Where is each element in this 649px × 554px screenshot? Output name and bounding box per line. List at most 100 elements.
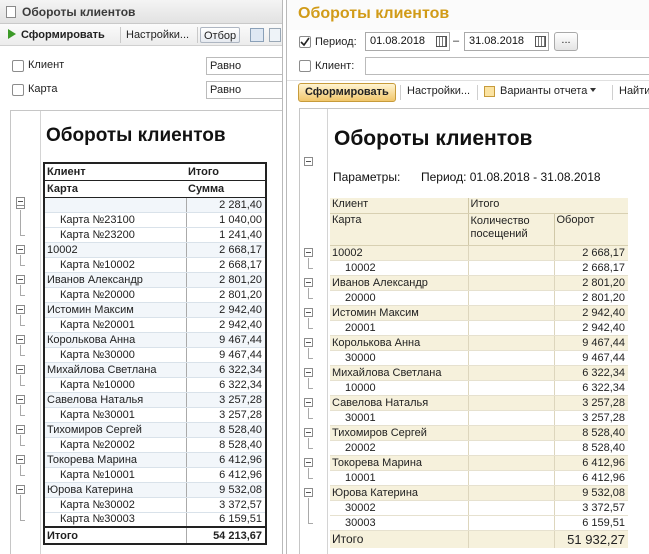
period-to-input[interactable]: 31.08.2018 — [464, 32, 549, 51]
card-detail-row[interactable]: 30000 9 467,44 — [330, 350, 629, 366]
client-group-row[interactable]: Юрова Катерина 9 532,08 — [330, 485, 629, 501]
calendar-icon[interactable] — [535, 36, 546, 47]
client-group-row[interactable]: Токорева Марина 6 412,96 — [43, 452, 267, 468]
client-group-row[interactable]: Иванов Александр 2 801,20 — [330, 275, 629, 291]
collapse-group-toggle[interactable] — [304, 457, 313, 467]
client-group-row[interactable]: Савелова Наталья 3 257,28 — [330, 395, 629, 411]
collapse-group-toggle[interactable] — [16, 274, 25, 284]
turnover-cell: 3 257,28 — [553, 410, 629, 426]
client-group-row[interactable]: Юрова Катерина 9 532,08 — [43, 482, 267, 498]
client-filter-condition[interactable]: Равно — [206, 57, 282, 75]
card-detail-row[interactable]: 10002 2 668,17 — [330, 260, 629, 276]
tree-line — [308, 257, 309, 268]
card-detail-row[interactable]: Карта №30003 6 159,51 — [43, 512, 267, 528]
client-filter-checkbox[interactable] — [299, 60, 311, 72]
collapse-group-toggle[interactable] — [304, 277, 313, 287]
settings-button[interactable]: Настройки... — [126, 27, 189, 43]
client-group-row[interactable]: Тихомиров Сергей 8 528,40 — [43, 422, 267, 438]
generate-button[interactable]: Сформировать — [298, 83, 396, 102]
collapse-group-toggle[interactable] — [304, 247, 313, 257]
report-variants-menu[interactable]: Варианты отчета — [500, 85, 597, 97]
calendar-icon[interactable] — [436, 36, 447, 47]
collapse-group-toggle[interactable] — [16, 484, 25, 494]
client-group-row[interactable]: Савелова Наталья 3 257,28 — [43, 392, 267, 408]
card-detail-row[interactable]: Карта №10002 2 668,17 — [43, 257, 267, 273]
left-report-sheet[interactable]: Обороты клиентов Клиент Итого Карта Сумм… — [10, 110, 282, 554]
header-sum: Сумма — [186, 179, 267, 198]
client-group-row[interactable]: Истомин Максим 2 942,40 — [43, 302, 267, 318]
grouping-column — [11, 111, 41, 554]
card-detail-row[interactable]: Карта №30000 9 467,44 — [43, 347, 267, 363]
card-detail-row[interactable]: 20002 8 528,40 — [330, 440, 629, 456]
card-detail-row[interactable]: Карта №23100 1 040,00 — [43, 212, 267, 228]
card-detail-row[interactable]: 10001 6 412,96 — [330, 470, 629, 486]
tree-line — [308, 347, 309, 358]
client-group-row[interactable]: 10002 2 668,17 — [43, 242, 267, 258]
card-detail-row[interactable]: Карта №23200 1 241,40 — [43, 227, 267, 243]
card-detail-row[interactable]: Карта №20000 2 801,20 — [43, 287, 267, 303]
collapse-group-toggle[interactable] — [304, 367, 313, 377]
client-group-row[interactable]: Михайлова Светлана 6 322,34 — [43, 362, 267, 378]
collapse-group-toggle[interactable] — [304, 487, 313, 497]
card-detail-row[interactable]: 10000 6 322,34 — [330, 380, 629, 396]
collapse-group-toggle[interactable] — [16, 304, 25, 314]
client-filter-input[interactable] — [365, 57, 649, 75]
client-group-row[interactable]: 10002 2 668,17 — [330, 245, 629, 261]
period-from-input[interactable]: 01.08.2018 — [365, 32, 450, 51]
client-filter-checkbox[interactable] — [12, 60, 24, 72]
card-name-cell: Карта №20000 — [43, 287, 187, 303]
card-detail-row[interactable]: 30002 3 372,57 — [330, 500, 629, 516]
client-group-row[interactable]: Токорева Марина 6 412,96 — [330, 455, 629, 471]
client-name-cell: Королькова Анна — [43, 332, 187, 348]
collapse-group-toggle[interactable] — [16, 454, 25, 464]
right-window-titlebar: Обороты клиентов — [287, 0, 649, 30]
card-detail-row[interactable]: 30003 6 159,51 — [330, 515, 629, 531]
card-filter-condition[interactable]: Равно — [206, 81, 282, 99]
card-number-cell: 20000 — [330, 290, 468, 306]
client-group-row[interactable]: Михайлова Светлана 6 322,34 — [330, 365, 629, 381]
client-group-row[interactable]: Королькова Анна 9 467,44 — [330, 335, 629, 351]
collapse-group-toggle[interactable] — [304, 307, 313, 317]
client-group-row[interactable]: Истомин Максим 2 942,40 — [330, 305, 629, 321]
card-detail-row[interactable]: 20000 2 801,20 — [330, 290, 629, 306]
save-icon[interactable] — [269, 28, 281, 42]
collapse-group-toggle[interactable] — [304, 397, 313, 407]
export-icon[interactable] — [250, 28, 264, 42]
collapse-group-toggle[interactable] — [16, 424, 25, 434]
card-filter-checkbox[interactable] — [12, 84, 24, 96]
tree-line — [20, 404, 21, 415]
filter-button[interactable]: Отбор — [200, 27, 241, 43]
settings-button[interactable]: Настройки... — [407, 85, 470, 97]
tree-line — [308, 467, 309, 478]
document-icon — [6, 6, 16, 18]
card-detail-row[interactable]: Карта №10001 6 412,96 — [43, 467, 267, 483]
card-detail-row[interactable]: 30001 3 257,28 — [330, 410, 629, 426]
header-card: Карта — [43, 179, 186, 198]
card-detail-row[interactable]: Карта №30002 3 372,57 — [43, 497, 267, 513]
collapse-group-toggle[interactable] — [16, 394, 25, 404]
period-choose-button[interactable]: ... — [554, 32, 578, 51]
collapse-group-toggle[interactable] — [16, 197, 25, 206]
client-group-row[interactable]: 2 281,40 — [43, 197, 267, 213]
client-group-row[interactable]: Королькова Анна 9 467,44 — [43, 332, 267, 348]
collapse-group-toggle[interactable] — [16, 244, 25, 254]
collapse-group-toggle[interactable] — [304, 337, 313, 347]
card-detail-row[interactable]: Карта №10000 6 322,34 — [43, 377, 267, 393]
total-value: 54 213,67 — [186, 526, 267, 545]
client-group-row[interactable]: Иванов Александр 2 801,20 — [43, 272, 267, 288]
period-checkbox[interactable] — [299, 36, 311, 48]
card-detail-row[interactable]: Карта №30001 3 257,28 — [43, 407, 267, 423]
toolbar-separator — [612, 85, 613, 100]
card-detail-row[interactable]: Карта №20002 8 528,40 — [43, 437, 267, 453]
generate-button[interactable]: Сформировать — [8, 27, 105, 43]
right-report-sheet[interactable]: Обороты клиентов Параметры: Период: 01.0… — [299, 108, 649, 554]
collapse-group-toggle[interactable] — [304, 427, 313, 437]
find-button[interactable]: Найти... — [619, 85, 649, 97]
card-detail-row[interactable]: Карта №20001 2 942,40 — [43, 317, 267, 333]
collapse-group-toggle[interactable] — [304, 157, 313, 166]
collapse-group-toggle[interactable] — [16, 334, 25, 344]
tree-line — [308, 387, 313, 389]
client-group-row[interactable]: Тихомиров Сергей 8 528,40 — [330, 425, 629, 441]
card-detail-row[interactable]: 20001 2 942,40 — [330, 320, 629, 336]
collapse-group-toggle[interactable] — [16, 364, 25, 374]
